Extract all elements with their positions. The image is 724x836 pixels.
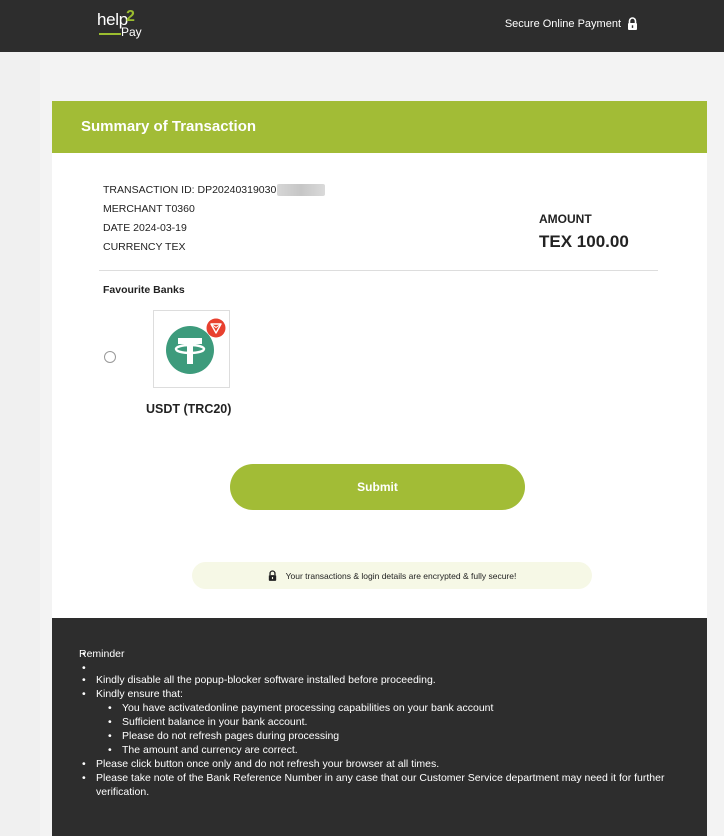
submit-button[interactable]: Submit [230, 464, 525, 510]
logo-underline [99, 33, 121, 35]
reminder-item: Please take note of the Bank Reference N… [79, 771, 694, 799]
security-notice-text: Your transactions & login details are en… [285, 570, 517, 581]
reminder-subitem: Sufficient balance in your bank account. [105, 715, 694, 729]
bank-radio-usdt[interactable] [104, 351, 116, 363]
logo-word-pay: Pay [121, 25, 142, 39]
lock-icon [268, 570, 276, 581]
reminder-subitem: You have activatedonline payment process… [105, 701, 694, 715]
date-row: DATE 2024-03-19 [103, 222, 187, 234]
lock-icon [628, 17, 637, 30]
redacted-id-suffix [277, 184, 326, 197]
currency-row: CURRENCY TEX [103, 241, 186, 253]
reminder-section: Reminder Kindly disable all the popup-bl… [52, 618, 707, 836]
transaction-id-row: TRANSACTION ID: DP20240319030 [103, 181, 326, 200]
reminder-title: Reminder [79, 647, 694, 661]
reminder-item: Kindly ensure that: You have activatedon… [79, 687, 694, 757]
security-notice: Your transactions & login details are en… [192, 562, 592, 589]
logo-digit: 2 [126, 8, 135, 25]
merchant-row: MERCHANT T0360 [103, 203, 195, 215]
reminder-sublist: You have activatedonline payment process… [96, 701, 694, 757]
transaction-id: TRANSACTION ID: DP20240319030 [103, 184, 277, 196]
favourite-banks-label: Favourite Banks [103, 284, 185, 296]
top-bar: help 2 Pay Secure Online Payment [0, 0, 724, 52]
reminder-list: Reminder Kindly disable all the popup-bl… [79, 647, 694, 799]
amount-label: AMOUNT [539, 212, 592, 226]
card-title: Summary of Transaction [81, 118, 257, 135]
transaction-details: TRANSACTION ID: DP20240319030 MERCHANT T… [103, 181, 326, 257]
spacer [79, 661, 694, 675]
help2pay-logo[interactable]: help 2 Pay [97, 8, 142, 42]
reminder-subitem: The amount and currency are correct. [105, 743, 694, 757]
bank-option-usdt[interactable] [153, 310, 230, 388]
amount-value: TEX 100.00 [539, 232, 629, 251]
card-header: Summary of Transaction [52, 101, 707, 153]
reminder-subitem: Please do not refresh pages during proce… [105, 729, 694, 743]
secure-payment-label: Secure Online Payment [505, 17, 638, 30]
reminder-item: Kindly disable all the popup-blocker sof… [79, 673, 694, 687]
bank-name-usdt: USDT (TRC20) [146, 402, 232, 416]
transaction-summary-card: Summary of Transaction TRANSACTION ID: D… [52, 101, 707, 618]
background-panel [0, 52, 40, 836]
secure-payment-text: Secure Online Payment [504, 17, 621, 30]
divider [99, 270, 658, 271]
tether-icon [166, 318, 226, 374]
reminder-item: Please click button once only and do not… [79, 757, 694, 771]
